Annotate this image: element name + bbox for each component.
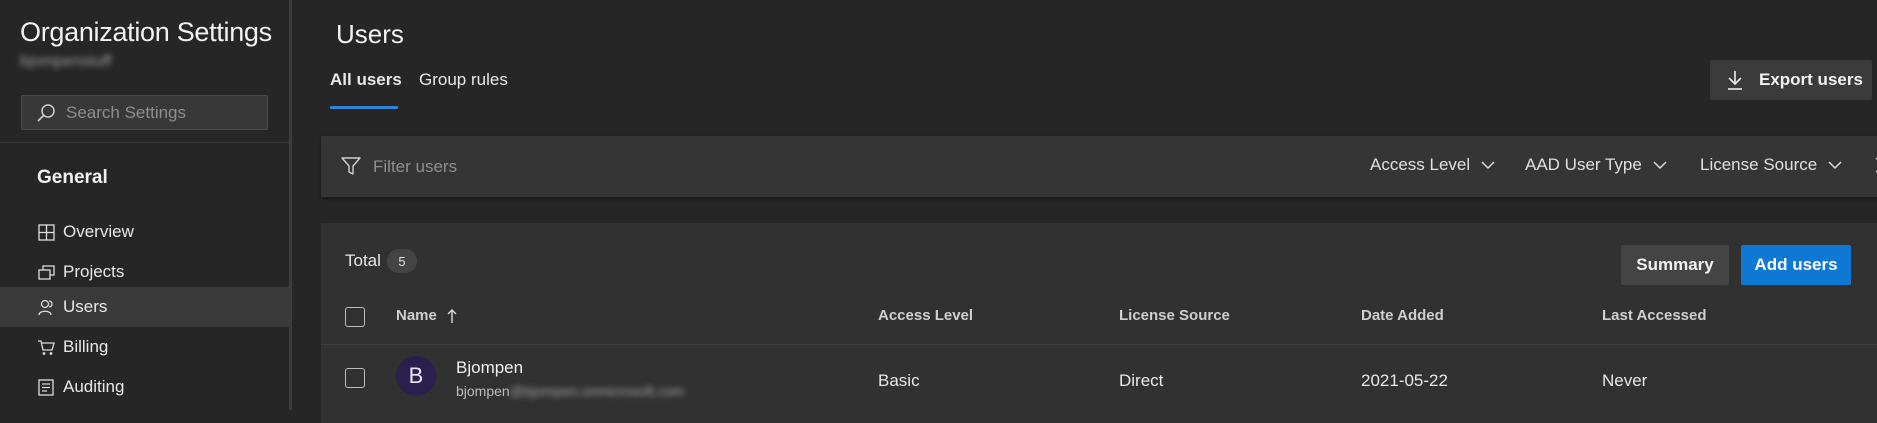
column-header-name[interactable]: Name	[396, 307, 457, 324]
sidebar-item-label: Billing	[63, 337, 109, 356]
sidebar-item-label: Projects	[63, 262, 125, 281]
sidebar-item-overview[interactable]: Overview	[0, 212, 289, 252]
sidebar-item-label: Auditing	[63, 377, 125, 396]
column-header-date-added[interactable]: Date Added	[1361, 307, 1444, 324]
cell-access-level: Basic	[878, 371, 920, 390]
access-level-dropdown[interactable]: Access Level	[1370, 155, 1495, 175]
sidebar-item-label: Users	[63, 297, 108, 316]
search-icon	[37, 103, 55, 122]
chevron-down-icon	[1653, 160, 1667, 169]
dropdown-label: License Source	[1700, 155, 1818, 174]
cell-date-added: 2021-05-22	[1361, 371, 1448, 390]
license-source-dropdown[interactable]: License Source	[1700, 155, 1842, 175]
avatar: B	[396, 356, 436, 396]
group-header-general: General	[37, 167, 108, 188]
chevron-down-icon	[1828, 160, 1842, 169]
export-users-label: Export users	[1759, 70, 1863, 89]
column-header-license-source[interactable]: License Source	[1119, 307, 1230, 324]
overview-icon	[37, 223, 55, 241]
summary-button[interactable]: Summary	[1621, 245, 1729, 285]
column-header-last-accessed[interactable]: Last Accessed	[1602, 307, 1707, 324]
sidebar-item-projects[interactable]: Projects	[0, 252, 289, 292]
main-content: Users All users Group rules Export users…	[292, 0, 1877, 423]
column-header-access-level[interactable]: Access Level	[878, 307, 973, 324]
user-email-visible: bjompen	[456, 383, 510, 399]
settings-search-box[interactable]	[21, 95, 268, 130]
users-table-card: Total 5 Summary Add users Name Access Le…	[321, 223, 1877, 423]
chevron-down-icon	[1481, 160, 1495, 169]
row-checkbox[interactable]	[345, 368, 365, 388]
users-icon	[37, 298, 55, 316]
sidebar-item-users[interactable]: Users	[0, 287, 289, 327]
sort-ascending-icon	[447, 308, 457, 323]
filter-icon	[341, 157, 361, 175]
total-count-badge: 5	[387, 249, 417, 273]
auditing-icon	[37, 378, 55, 396]
projects-icon	[37, 263, 55, 281]
export-users-button[interactable]: Export users	[1710, 60, 1872, 100]
user-email-redacted: @bjompen.onmicrosoft.com	[509, 383, 685, 399]
select-all-checkbox[interactable]	[345, 307, 365, 327]
settings-search-input[interactable]	[66, 102, 256, 123]
tab-group-rules[interactable]: Group rules	[419, 70, 508, 90]
cart-icon	[37, 338, 55, 356]
dropdown-label: Access Level	[1370, 155, 1471, 174]
dropdown-label: AAD User Type	[1525, 155, 1642, 174]
column-header-label: Name	[396, 307, 437, 324]
total-label: Total	[345, 251, 381, 270]
filter-users-input[interactable]	[373, 154, 773, 180]
sidebar-divider	[0, 142, 289, 143]
tab-all-users[interactable]: All users	[330, 70, 402, 90]
aad-user-type-dropdown[interactable]: AAD User Type	[1525, 155, 1667, 175]
header-divider	[321, 344, 1877, 345]
sidebar-item-auditing[interactable]: Auditing	[0, 367, 289, 407]
sidebar: Organization Settings bjompenstuff Gener…	[0, 0, 289, 410]
user-name: Bjompen	[456, 358, 524, 377]
settings-title: Organization Settings	[20, 17, 272, 47]
user-email: bjompen@bjompen.onmicrosoft.com	[456, 383, 684, 399]
sidebar-item-billing[interactable]: Billing	[0, 327, 289, 367]
cell-license-source: Direct	[1119, 371, 1164, 390]
download-icon	[1728, 71, 1742, 90]
add-users-button[interactable]: Add users	[1741, 245, 1851, 285]
sidebar-item-label: Overview	[63, 222, 134, 241]
cell-last-accessed: Never	[1602, 371, 1648, 390]
organization-name: bjompenstuff	[20, 53, 112, 70]
page-title: Users	[336, 19, 404, 49]
active-tab-indicator	[330, 106, 398, 109]
filter-bar: Access Level AAD User Type License Sourc…	[321, 136, 1877, 197]
